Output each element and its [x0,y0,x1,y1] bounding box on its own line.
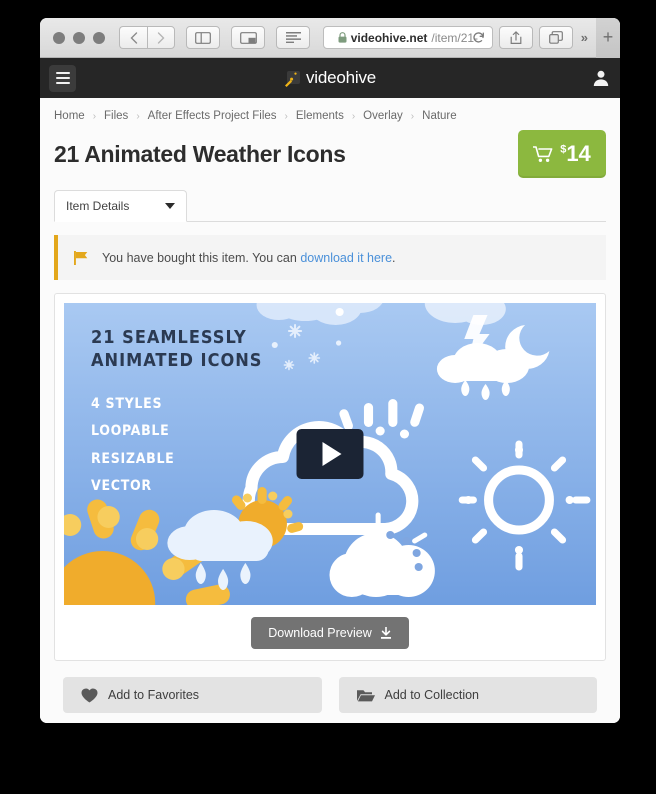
video-preview[interactable]: 21 SEAMLESSLY ANIMATED ICONS 4 STYLES LOOP… [64,303,596,605]
show-tabs-icon [548,31,563,44]
site-logo[interactable]: videohive [40,68,620,88]
notice-text-before: You have bought this item. You can [102,250,301,265]
page-content: Home › Files › After Effects Project Fil… [40,98,620,723]
tab-item-details-label: Item Details [66,199,130,213]
reader-view-button[interactable] [276,26,310,49]
breadcrumb-item-after-effects-project-files[interactable]: After Effects Project Files [148,110,277,122]
notice-text-after: . [392,250,396,265]
add-to-collection-button[interactable]: Add to Collection [338,677,597,713]
sidebar-toggle-icon [195,31,211,44]
back-button[interactable] [119,26,147,49]
price-amount: 14 [566,141,591,166]
address-bar[interactable]: videohive.net/item/21- [323,26,493,49]
play-button-icon [322,442,342,466]
breadcrumb-item-overlay[interactable]: Overlay [363,110,403,122]
url-host: videohive.net [350,30,428,45]
chevron-right-icon [157,31,165,44]
breadcrumb-separator-icon: › [351,110,356,122]
breadcrumb-separator-icon: › [136,110,140,122]
reload-button[interactable] [472,31,485,44]
share-button[interactable] [498,26,533,49]
tab-bar: Item Details [54,190,606,222]
preview-card: 21 SEAMLESSLY ANIMATED ICONS 4 STYLES LOOP… [54,293,606,661]
forward-button[interactable] [147,26,175,49]
download-preview-button[interactable]: Download Preview [251,617,409,649]
heart-icon [81,688,98,702]
shopping-cart-icon [533,145,553,162]
download-link[interactable]: download it here [300,251,392,265]
breadcrumb-item-elements[interactable]: Elements [296,110,344,122]
share-icon [510,30,522,44]
breadcrumb-item-files[interactable]: Files [104,110,128,122]
hamburger-menu-icon [55,72,70,74]
preview-feature-item: VECTOR [91,477,152,494]
tab-item-details[interactable]: Item Details [54,190,187,222]
add-to-favorites-button[interactable]: Add to Favorites [63,677,322,713]
breadcrumb-item-home[interactable]: Home [54,110,85,122]
picture-in-picture-icon [239,31,257,44]
show-tabs-button[interactable] [538,26,573,49]
minimize-window-button[interactable] [73,31,85,44]
maximize-window-button[interactable] [93,31,105,44]
add-to-favorites-label: Add to Favorites [108,688,200,702]
user-avatar-icon [593,70,609,86]
toolbar-overflow-button[interactable]: » [579,30,590,45]
download-preview-row: Download Preview [64,605,596,649]
add-to-collection-label: Add to Collection [384,688,480,702]
account-button[interactable] [591,68,611,88]
preview-feature-item: LOOPABLE [91,423,170,440]
preview-feature-item: 4 STYLES [91,396,163,412]
breadcrumb-item-nature[interactable]: Nature [422,110,457,122]
play-button[interactable] [296,429,364,479]
sidebar-toggle-button[interactable] [186,26,220,49]
reload-icon [473,32,484,43]
picture-in-picture-button[interactable] [231,26,265,49]
hamburger-menu-button[interactable] [49,64,76,92]
toolbar-right-buttons: » + [498,18,620,58]
price-label: $14 [560,141,591,167]
breadcrumb-separator-icon: › [410,110,415,122]
new-tab-button[interactable]: + [596,18,620,58]
chevron-down-icon[interactable] [165,203,175,209]
item-actions: Add to Favorites Add to Collection [54,661,606,713]
browser-toolbar: videohive.net/item/21- » + [40,18,620,58]
browser-window: videohive.net/item/21- » + videohive Hom… [40,18,620,723]
preview-feature-item: RESIZABLE [91,450,175,467]
breadcrumb: Home › Files › After Effects Project Fil… [54,98,606,130]
chevron-left-icon [130,31,137,44]
breadcrumb-separator-icon: › [92,110,97,122]
purchase-notice-text: You have bought this item. You can downl… [102,251,396,265]
folder-icon [356,689,375,701]
purchase-notice: You have bought this item. You can downl… [54,235,606,280]
preview-headline: 21 SEAMLESSLY ANIMATED ICONS [91,327,263,371]
site-header: videohive [40,58,620,98]
page-title: 21 Animated Weather Icons [54,140,346,167]
lock-icon [338,32,347,43]
window-controls[interactable] [53,31,105,44]
breadcrumb-separator-icon: › [284,110,288,122]
download-preview-label: Download Preview [268,626,372,640]
videohive-logo-icon [284,70,301,87]
site-logo-text: videohive [305,68,377,87]
reader-view-icon [285,32,301,43]
flag-icon [74,250,88,265]
navigation-buttons [119,26,175,49]
download-icon [380,627,391,639]
title-row: 21 Animated Weather Icons $14 [54,130,606,190]
preview-features: 4 STYLES LOOPABLE RESIZABLE VECTOR [91,391,174,500]
close-window-button[interactable] [53,31,65,44]
buy-now-button[interactable]: $14 [518,130,606,178]
